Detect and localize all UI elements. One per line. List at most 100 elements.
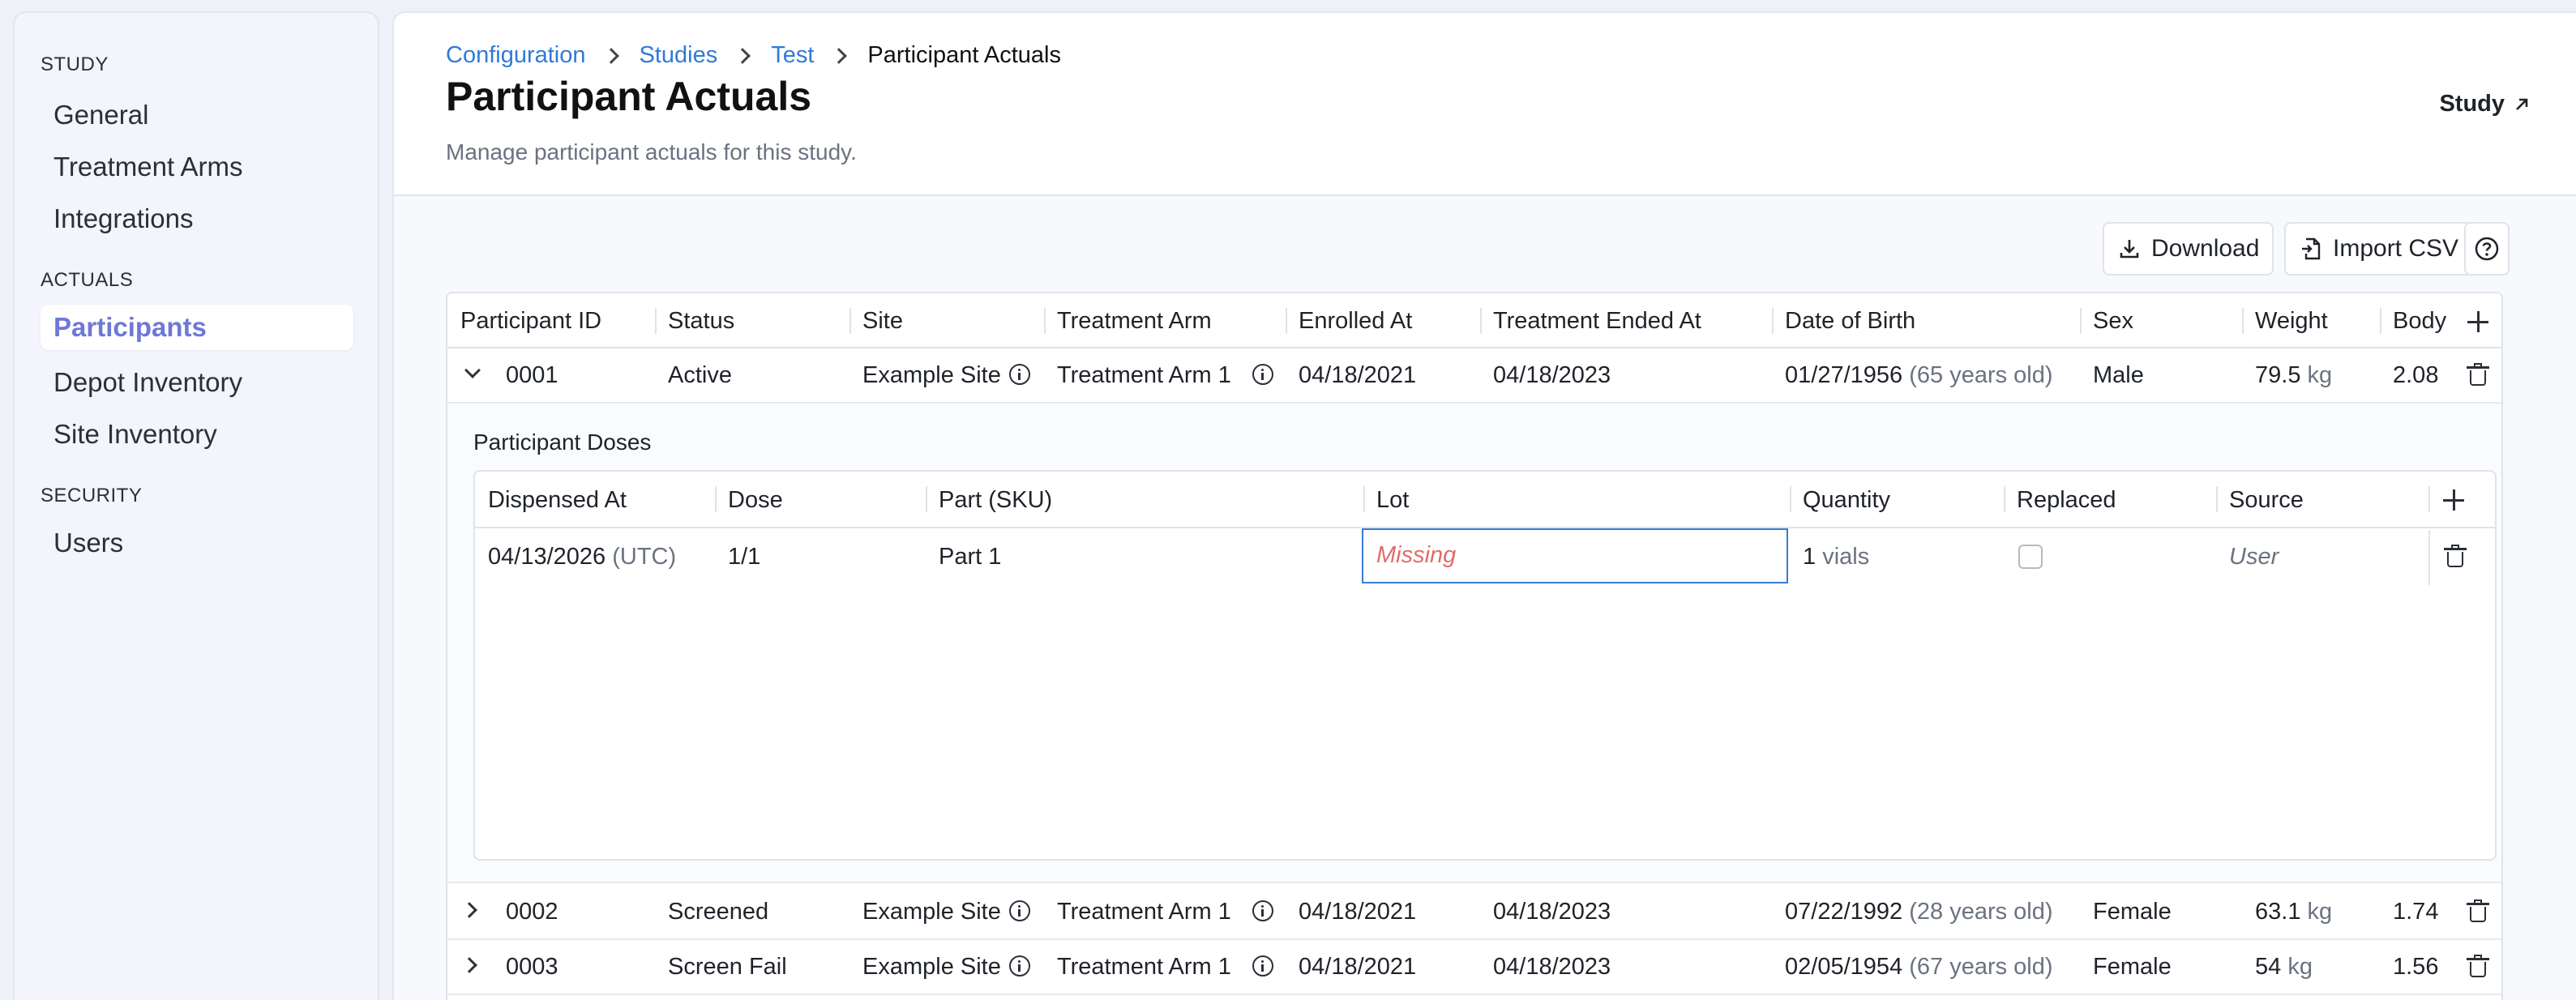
site-label: Example Site [862, 362, 1001, 388]
col-weight[interactable]: Weight [2242, 293, 2328, 348]
help-icon [2475, 237, 2499, 261]
participant-id: 0002 [506, 899, 558, 925]
import-csv-label: Import CSV [2333, 235, 2459, 262]
info-icon[interactable] [1252, 900, 1273, 922]
age-value: (67 years old) [1909, 954, 2053, 980]
table-header: Participant ID Status Site Treatment Arm… [447, 293, 2501, 348]
chevron-right-icon[interactable] [461, 902, 477, 918]
trash-icon[interactable] [2467, 900, 2489, 922]
participant-id: 0001 [506, 362, 558, 388]
col-quantity[interactable]: Quantity [1790, 472, 1890, 528]
col-date-of-birth[interactable]: Date of Birth [1772, 293, 1915, 348]
sidebar-section-security: SECURITY [41, 485, 143, 506]
col-dispensed-at[interactable]: Dispensed At [475, 472, 627, 528]
dob-value: 01/27/1956 [1785, 362, 1903, 388]
quantity: 1 vials [1790, 530, 1869, 583]
page-subtitle: Manage participant actuals for this stud… [446, 139, 857, 165]
enrolled-at: 04/18/2021 [1299, 899, 1417, 925]
weight: 54 kg [2242, 940, 2313, 994]
chevron-right-icon[interactable] [461, 957, 477, 973]
weight-unit: kg [2307, 362, 2333, 388]
sex: Female [2093, 899, 2172, 925]
download-button[interactable]: Download [2103, 222, 2274, 276]
sidebar-item-integrations[interactable]: Integrations [41, 196, 353, 241]
add-column-icon[interactable] [2467, 311, 2488, 332]
treatment-ended-at: 04/18/2023 [1493, 362, 1611, 388]
table-row[interactable]: 0001 Active Example Site Treatment Arm 1… [447, 348, 2501, 404]
dispensed-value: 04/13/2026 [488, 544, 606, 570]
col-dose[interactable]: Dose [715, 472, 783, 528]
site: Example Site [849, 348, 1030, 402]
weight-unit: kg [2287, 954, 2313, 980]
weight-unit: kg [2307, 899, 2333, 925]
body: 1.74 [2393, 899, 2439, 925]
breadcrumb-configuration[interactable]: Configuration [446, 42, 586, 69]
chevron-down-icon[interactable] [464, 362, 481, 378]
info-icon[interactable] [1008, 900, 1030, 922]
part-value: Part 1 [939, 544, 1002, 570]
sidebar-item-depot-inventory[interactable]: Depot Inventory [41, 360, 353, 405]
arm-label: Treatment Arm 1 [1057, 899, 1231, 925]
source-value: User [2229, 544, 2279, 570]
info-icon[interactable] [1252, 955, 1273, 977]
weight: 63.1 kg [2242, 885, 2332, 938]
sidebar-item-site-inventory[interactable]: Site Inventory [41, 412, 353, 457]
col-site[interactable]: Site [849, 293, 903, 348]
dose-value: 1/1 [728, 544, 761, 570]
dispensed-at: 04/13/2026 (UTC) [475, 530, 676, 583]
age-value: (65 years old) [1909, 362, 2053, 388]
help-button[interactable] [2464, 222, 2510, 276]
date-of-birth: 07/22/1992 (28 years old) [1772, 885, 2053, 938]
sidebar-item-treatment-arms[interactable]: Treatment Arms [41, 144, 353, 190]
breadcrumb-current: Participant Actuals [867, 42, 1061, 68]
lot-input[interactable]: Missing [1362, 528, 1788, 583]
enrolled-at: 04/18/2021 [1299, 362, 1417, 388]
trash-icon[interactable] [2467, 363, 2489, 386]
participant-doses-panel: Participant Doses Dispensed At Dose Part… [447, 404, 2501, 883]
status: Screened [668, 899, 769, 925]
sidebar-item-participants[interactable]: Participants [41, 305, 353, 350]
col-treatment-arm[interactable]: Treatment Arm [1044, 293, 1212, 348]
doses-title: Participant Doses [473, 429, 652, 455]
sidebar-section-study: STUDY [41, 53, 109, 75]
col-status[interactable]: Status [655, 293, 734, 348]
breadcrumb-test[interactable]: Test [771, 42, 814, 69]
timezone: (UTC) [612, 544, 677, 570]
participants-table: Participant ID Status Site Treatment Arm… [446, 292, 2503, 1000]
body: 2.08 [2393, 362, 2439, 388]
info-icon[interactable] [1008, 955, 1030, 977]
breadcrumb-studies[interactable]: Studies [640, 42, 718, 69]
enrolled-at: 04/18/2021 [1299, 954, 1417, 980]
sidebar-item-users[interactable]: Users [41, 520, 353, 566]
table-row[interactable]: 0002 Screened Example Site Treatment Arm… [447, 885, 2501, 940]
date-of-birth: 02/05/1954 (67 years old) [1772, 940, 2053, 994]
chevron-right-icon [831, 47, 848, 64]
doses-table: Dispensed At Dose Part (SKU) Lot Quantit… [473, 470, 2497, 861]
table-row[interactable]: 0003 Screen Fail Example Site Treatment … [447, 940, 2501, 995]
col-sex[interactable]: Sex [2080, 293, 2133, 348]
sidebar-item-general[interactable]: General [41, 92, 353, 138]
weight-value: 63.1 [2255, 899, 2301, 925]
col-enrolled-at[interactable]: Enrolled At [1286, 293, 1412, 348]
add-dose-icon[interactable] [2443, 489, 2464, 511]
import-csv-button[interactable]: Import CSV [2284, 222, 2474, 276]
replaced-checkbox[interactable] [2018, 545, 2043, 569]
study-link[interactable]: Study [2439, 91, 2531, 118]
trash-icon[interactable] [2444, 545, 2467, 567]
col-body[interactable]: Body [2380, 293, 2459, 348]
col-treatment-ended-at[interactable]: Treatment Ended At [1480, 293, 1701, 348]
col-replaced[interactable]: Replaced [2004, 472, 2116, 528]
col-part-sku[interactable]: Part (SKU) [926, 472, 1052, 528]
arm-label: Treatment Arm 1 [1057, 954, 1231, 980]
col-participant-id[interactable]: Participant ID [447, 293, 601, 348]
info-icon[interactable] [1008, 364, 1030, 386]
col-lot[interactable]: Lot [1363, 472, 1409, 528]
sidebar-section-actuals: ACTUALS [41, 269, 134, 291]
trash-icon[interactable] [2467, 955, 2489, 977]
col-source[interactable]: Source [2216, 472, 2304, 528]
treatment-arm: Treatment Arm 1 [1044, 940, 1273, 994]
sex: Male [2093, 362, 2144, 388]
qty-value: 1 [1803, 544, 1816, 570]
treatment-ended-at: 04/18/2023 [1493, 954, 1611, 980]
info-icon[interactable] [1252, 364, 1273, 386]
